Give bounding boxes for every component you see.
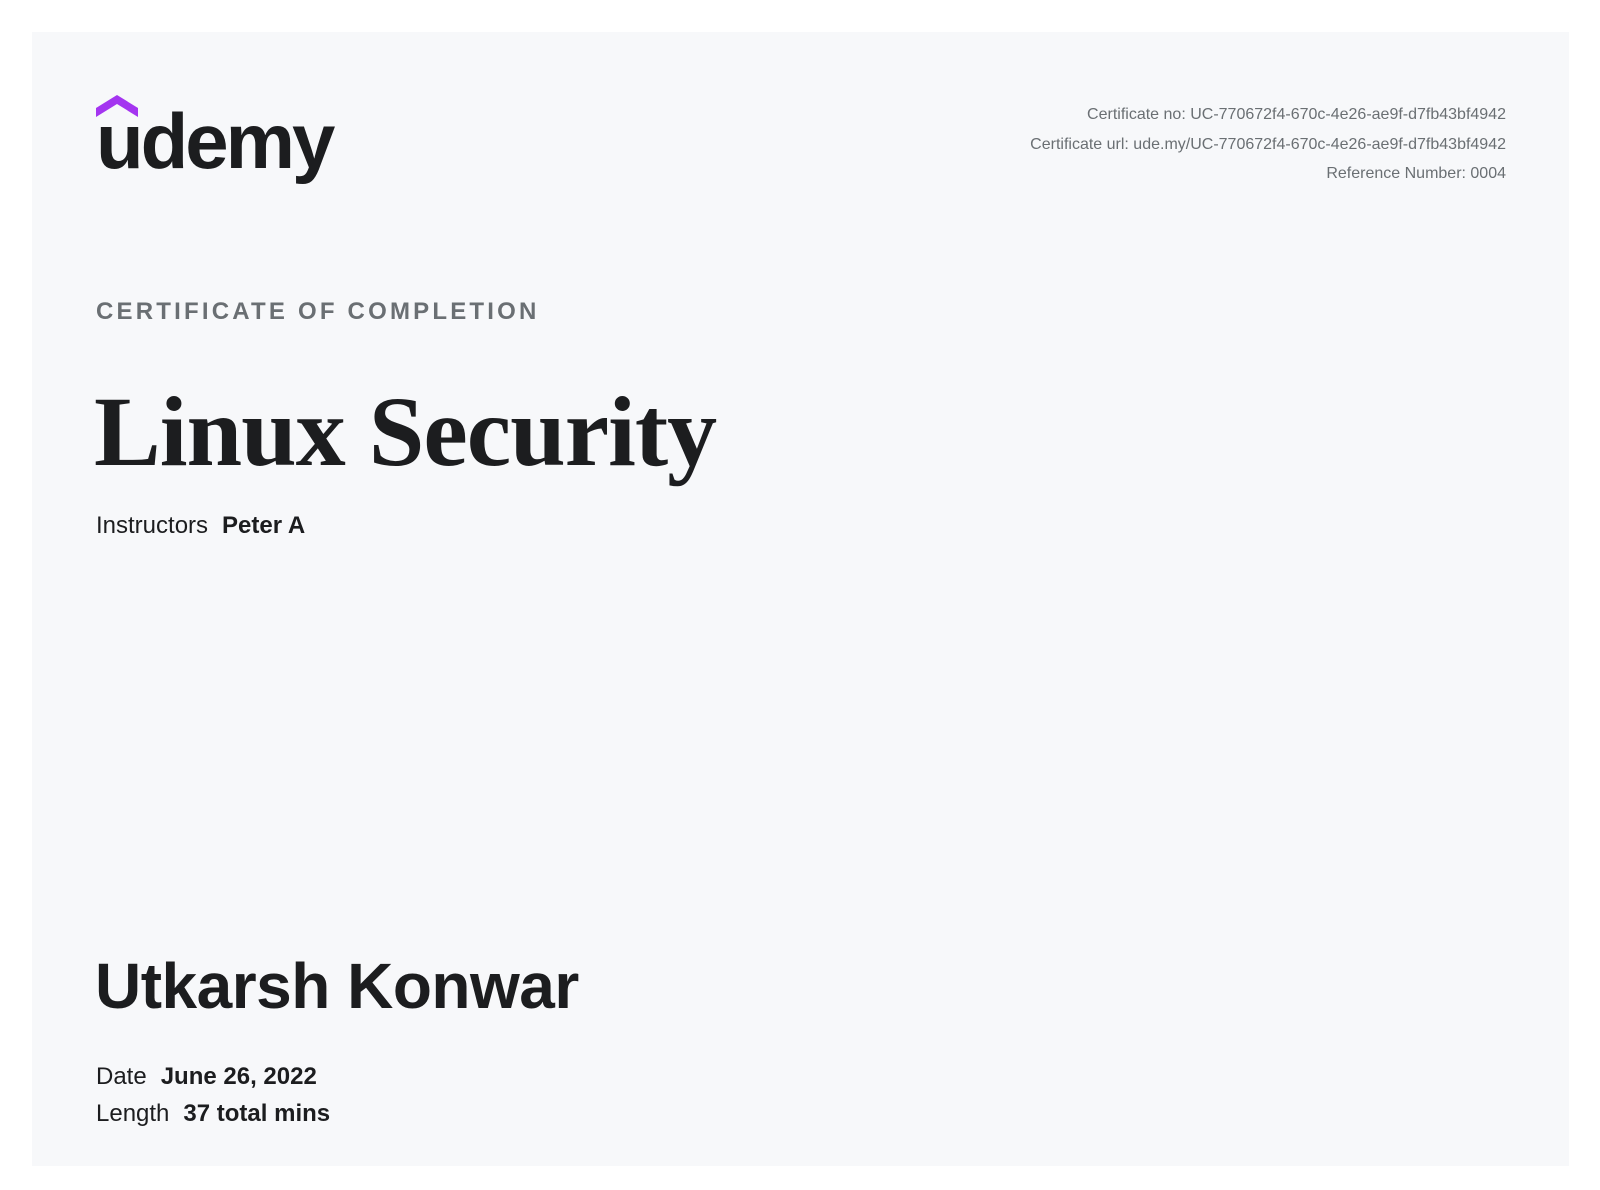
certificate-heading: CERTIFICATE OF COMPLETION [96, 298, 540, 325]
date-value: June 26, 2022 [160, 1063, 317, 1090]
instructors-label: Instructors [96, 512, 209, 539]
date-line: Date June 26, 2022 [96, 1058, 330, 1095]
logo-wordmark: udemy [96, 97, 335, 185]
length-value: 37 total mins [183, 1100, 331, 1127]
recipient-name: Utkarsh Konwar [95, 950, 579, 1022]
instructors-value: Peter A [222, 512, 306, 539]
date-label: Date [96, 1063, 147, 1090]
certificate-meta: Certificate no: UC-770672f4-670c-4e26-ae… [1030, 100, 1506, 189]
length-line: Length 37 total mins [96, 1095, 330, 1132]
certificate-card: udemy Certificate no: UC-770672f4-670c-4… [32, 32, 1569, 1166]
course-title: Linux Security [94, 376, 717, 487]
certificate-number: Certificate no: UC-770672f4-670c-4e26-ae… [1087, 106, 1506, 123]
instructors-line: Instructors Peter A [96, 512, 305, 540]
certificate-details: Date June 26, 2022 Length 37 total mins [96, 1058, 330, 1132]
length-label: Length [96, 1100, 170, 1127]
udemy-logo: udemy [96, 94, 356, 194]
reference-number: Reference Number: 0004 [1326, 165, 1506, 182]
certificate-url: Certificate url: ude.my/UC-770672f4-670c… [1030, 135, 1506, 153]
